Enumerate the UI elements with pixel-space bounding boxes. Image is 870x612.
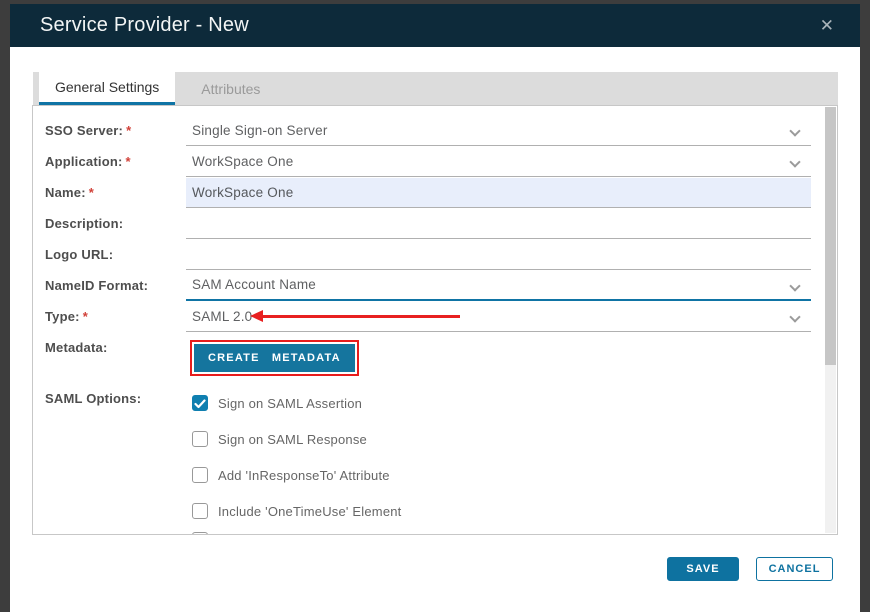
application-select[interactable]: WorkSpace One: [186, 147, 811, 177]
type-value: SAML 2.0: [192, 309, 252, 324]
form-row: Metadata: CREATE METADATA: [45, 332, 811, 379]
form-scroll-panel: SSO Server:* Single Sign-on Server Appli…: [32, 105, 838, 535]
dialog-header: Service Provider - New ✕: [10, 4, 860, 47]
name-input[interactable]: WorkSpace One: [186, 178, 811, 208]
type-label: Type:: [45, 309, 80, 324]
nameid-format-select[interactable]: SAM Account Name: [186, 271, 811, 301]
sign-on-saml-assertion-checkbox[interactable]: [192, 395, 208, 411]
saml-options-label: SAML Options:: [45, 391, 141, 406]
form-row: NameID Format: SAM Account Name: [45, 270, 811, 301]
checkbox-label: Add 'InResponseTo' Attribute: [218, 468, 390, 483]
application-label: Application:: [45, 154, 123, 169]
general-settings-form: SSO Server:* Single Sign-on Server Appli…: [33, 106, 837, 535]
sign-on-saml-response-checkbox[interactable]: [192, 431, 208, 447]
clipped-checkbox[interactable]: [192, 532, 208, 535]
checkbox-row: Include 'OneTimeUse' Element: [192, 493, 402, 529]
required-asterisk: *: [83, 309, 88, 324]
type-select[interactable]: SAML 2.0: [186, 302, 811, 332]
tab-general-settings[interactable]: General Settings: [39, 72, 175, 105]
description-input[interactable]: [186, 209, 811, 239]
red-arrow-annotation: [250, 310, 460, 322]
red-box-annotation: CREATE METADATA: [190, 340, 359, 376]
scrollbar-thumb[interactable]: [825, 107, 836, 365]
metadata-label: Metadata:: [45, 340, 107, 355]
form-row: Type:* SAML 2.0: [45, 301, 811, 332]
checkbox-label: Include 'OneTimeUse' Element: [218, 504, 402, 519]
service-provider-dialog: Service Provider - New ✕ General Setting…: [10, 4, 860, 612]
form-row: Logo URL:: [45, 239, 811, 270]
form-row: Description:: [45, 208, 811, 239]
cancel-button[interactable]: CANCEL: [756, 557, 833, 581]
form-row: Name:* WorkSpace One: [45, 177, 811, 208]
saml-options-group: Sign on SAML Assertion Sign on SAML Resp…: [186, 385, 402, 535]
checkbox-label: Sign on SAML Assertion: [218, 396, 362, 411]
nameid-format-value: SAM Account Name: [192, 277, 316, 292]
checkbox-label: Sign on SAML Response: [218, 432, 367, 447]
form-row: SAML Options: Sign on SAML Assertion Sig…: [45, 379, 811, 535]
tab-bar: General Settings Attributes: [33, 72, 838, 105]
dialog-title: Service Provider - New: [40, 14, 816, 37]
required-asterisk: *: [89, 185, 94, 200]
checkbox-row: Sign on SAML Response: [192, 421, 402, 457]
nameid-format-label: NameID Format:: [45, 278, 148, 293]
name-value: WorkSpace One: [192, 185, 293, 200]
sso-server-value: Single Sign-on Server: [192, 123, 328, 138]
logo-url-label: Logo URL:: [45, 247, 113, 262]
application-value: WorkSpace One: [192, 154, 293, 169]
description-label: Description:: [45, 216, 123, 231]
chevron-down-icon: [789, 125, 800, 136]
include-onetimeuse-checkbox[interactable]: [192, 503, 208, 519]
dialog-footer: SAVE CANCEL: [10, 535, 860, 612]
chevron-down-icon: [789, 280, 800, 291]
tab-attributes[interactable]: Attributes: [175, 72, 286, 105]
save-button[interactable]: SAVE: [667, 557, 739, 581]
form-row: SSO Server:* Single Sign-on Server: [45, 115, 811, 146]
add-inresponseto-checkbox[interactable]: [192, 467, 208, 483]
vertical-scrollbar[interactable]: [825, 107, 836, 533]
chevron-down-icon: [789, 156, 800, 167]
required-asterisk: *: [126, 123, 131, 138]
required-asterisk: *: [126, 154, 131, 169]
checkbox-row: Add 'InResponseTo' Attribute: [192, 457, 402, 493]
form-row: Application:* WorkSpace One: [45, 146, 811, 177]
close-icon[interactable]: ✕: [816, 15, 838, 36]
checkbox-row: Sign on SAML Assertion: [192, 385, 402, 421]
chevron-down-icon: [789, 311, 800, 322]
name-label: Name:: [45, 185, 86, 200]
logo-url-input[interactable]: [186, 240, 811, 270]
sso-server-label: SSO Server:: [45, 123, 123, 138]
sso-server-select[interactable]: Single Sign-on Server: [186, 116, 811, 146]
create-metadata-button[interactable]: CREATE METADATA: [194, 344, 355, 372]
